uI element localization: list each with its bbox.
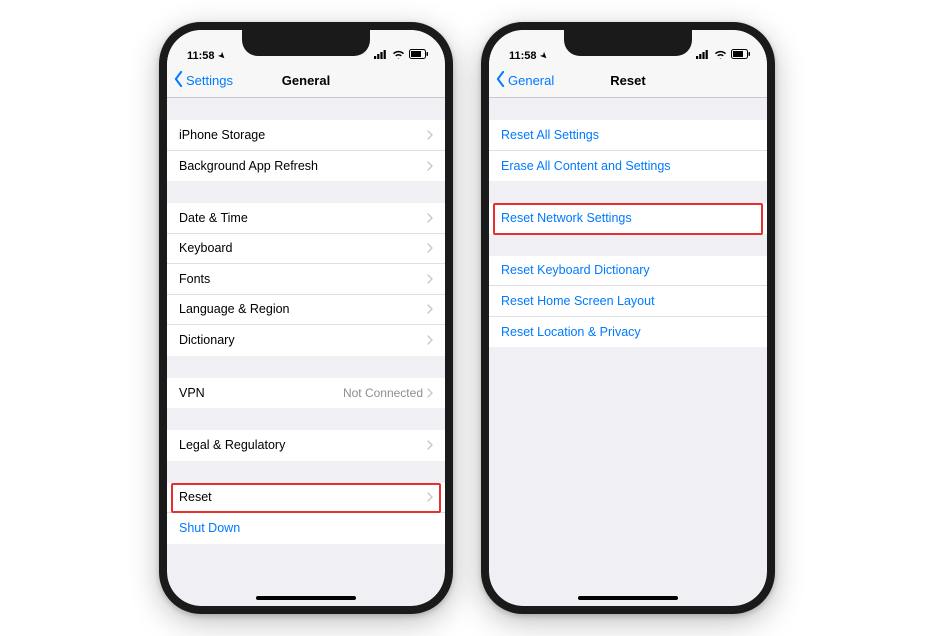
row-reset-home-screen-layout[interactable]: Reset Home Screen Layout <box>489 286 767 317</box>
row-date-time[interactable]: Date & Time <box>167 203 445 234</box>
settings-list: iPhone Storage Background App Refresh Da… <box>167 120 445 544</box>
phone-reset: 11:58 ➤ General Reset Reset All Settings <box>481 22 775 614</box>
back-button[interactable]: General <box>495 71 554 90</box>
status-time: 11:58 <box>187 50 215 62</box>
cellular-icon <box>374 50 388 62</box>
row-label: Date & Time <box>179 211 427 225</box>
row-legal-regulatory[interactable]: Legal & Regulatory <box>167 430 445 461</box>
battery-icon <box>409 49 429 62</box>
phone-general: 11:58 ➤ Settings General iPhone Storage <box>159 22 453 614</box>
back-button[interactable]: Settings <box>173 71 233 90</box>
screen: 11:58 ➤ Settings General iPhone Storage <box>167 30 445 606</box>
group-reset-main: Reset All Settings Erase All Content and… <box>489 120 767 181</box>
wifi-icon <box>392 50 405 62</box>
row-label: Reset Home Screen Layout <box>501 294 755 308</box>
chevron-right-icon <box>427 213 433 223</box>
battery-icon <box>731 49 751 62</box>
row-reset-all-settings[interactable]: Reset All Settings <box>489 120 767 151</box>
row-label: Reset <box>179 490 427 504</box>
status-time: 11:58 <box>509 50 537 62</box>
row-label: iPhone Storage <box>179 128 427 142</box>
back-label: General <box>508 73 554 88</box>
group-reset: Reset Shut Down <box>167 483 445 544</box>
row-label: Reset Network Settings <box>501 211 755 225</box>
cellular-icon <box>696 50 710 62</box>
chevron-right-icon <box>427 161 433 171</box>
row-dictionary[interactable]: Dictionary <box>167 325 445 356</box>
nav-bar: General Reset <box>489 64 767 98</box>
side-button-right[interactable] <box>767 170 770 232</box>
row-fonts[interactable]: Fonts <box>167 264 445 295</box>
chevron-right-icon <box>427 274 433 284</box>
location-icon: ➤ <box>538 50 549 61</box>
row-background-app-refresh[interactable]: Background App Refresh <box>167 151 445 182</box>
notch <box>242 30 370 56</box>
row-label: Shut Down <box>179 521 433 535</box>
wifi-icon <box>714 50 727 62</box>
row-label: Dictionary <box>179 333 427 347</box>
row-vpn[interactable]: VPN Not Connected <box>167 378 445 409</box>
home-indicator[interactable] <box>578 596 678 600</box>
notch <box>564 30 692 56</box>
row-iphone-storage[interactable]: iPhone Storage <box>167 120 445 151</box>
row-reset[interactable]: Reset <box>167 483 445 514</box>
row-reset-network-settings[interactable]: Reset Network Settings <box>489 203 767 234</box>
nav-bar: Settings General <box>167 64 445 98</box>
settings-list: Reset All Settings Erase All Content and… <box>489 120 767 347</box>
group-preferences: Date & Time Keyboard Fonts Language & Re… <box>167 203 445 356</box>
back-label: Settings <box>186 73 233 88</box>
chevron-right-icon <box>427 440 433 450</box>
chevron-right-icon <box>427 243 433 253</box>
row-shut-down[interactable]: Shut Down <box>167 513 445 544</box>
screen: 11:58 ➤ General Reset Reset All Settings <box>489 30 767 606</box>
row-detail: Not Connected <box>343 386 423 400</box>
group-storage: iPhone Storage Background App Refresh <box>167 120 445 181</box>
chevron-right-icon <box>427 304 433 314</box>
row-language-region[interactable]: Language & Region <box>167 295 445 326</box>
group-legal: Legal & Regulatory <box>167 430 445 461</box>
group-vpn: VPN Not Connected <box>167 378 445 409</box>
row-label: Reset Location & Privacy <box>501 325 755 339</box>
chevron-left-icon <box>495 71 506 90</box>
row-label: Reset Keyboard Dictionary <box>501 263 755 277</box>
chevron-right-icon <box>427 388 433 398</box>
row-label: Keyboard <box>179 241 427 255</box>
row-reset-location-privacy[interactable]: Reset Location & Privacy <box>489 317 767 348</box>
location-icon: ➤ <box>216 50 227 61</box>
row-label: Background App Refresh <box>179 159 427 173</box>
chevron-right-icon <box>427 130 433 140</box>
row-label: Reset All Settings <box>501 128 755 142</box>
chevron-right-icon <box>427 335 433 345</box>
chevron-right-icon <box>427 492 433 502</box>
row-label: Legal & Regulatory <box>179 438 427 452</box>
group-reset-other: Reset Keyboard Dictionary Reset Home Scr… <box>489 256 767 348</box>
row-label: VPN <box>179 386 343 400</box>
home-indicator[interactable] <box>256 596 356 600</box>
row-label: Erase All Content and Settings <box>501 159 755 173</box>
row-label: Language & Region <box>179 302 427 316</box>
row-erase-all-content[interactable]: Erase All Content and Settings <box>489 151 767 182</box>
group-reset-network: Reset Network Settings <box>489 203 767 234</box>
row-label: Fonts <box>179 272 427 286</box>
chevron-left-icon <box>173 71 184 90</box>
row-keyboard[interactable]: Keyboard <box>167 234 445 265</box>
row-reset-keyboard-dictionary[interactable]: Reset Keyboard Dictionary <box>489 256 767 287</box>
side-button-right[interactable] <box>445 170 448 232</box>
